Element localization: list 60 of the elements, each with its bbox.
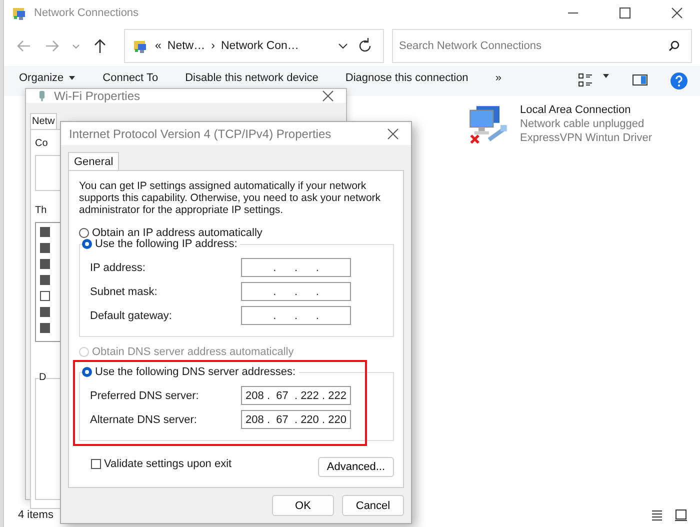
caret-icon (68, 74, 76, 82)
caret-icon[interactable] (602, 72, 610, 80)
field-label: Co (35, 138, 48, 149)
toolbar-command[interactable]: Diagnose this connection (345, 72, 468, 84)
breadcrumb-item[interactable]: Netw… (167, 40, 206, 52)
checkbox[interactable] (40, 227, 50, 237)
checkbox[interactable] (40, 243, 50, 253)
toolbar-command[interactable]: Disable this network device (185, 72, 318, 84)
dialog-title: Internet Protocol Version 4 (TCP/IPv4) Properties (69, 126, 332, 140)
ip-address-field[interactable]: . . . (241, 258, 351, 277)
ip-address-field[interactable]: . . . (241, 282, 351, 301)
tab[interactable]: Netw (30, 113, 57, 129)
checkbox[interactable] (40, 307, 50, 317)
ip-address-field[interactable]: 208 . 67 . 220 . 220 (241, 410, 351, 429)
preview-pane-icon[interactable] (632, 72, 648, 88)
radio-option[interactable]: Use the following DNS server addresses: (82, 366, 299, 378)
close-button[interactable] (322, 90, 334, 102)
toolbar-command[interactable]: Connect To (102, 72, 158, 84)
field-label: IP address: (90, 262, 146, 274)
tiles-view-icon[interactable] (674, 508, 688, 522)
toolbar-command[interactable]: Organize (19, 72, 76, 84)
breadcrumb-item[interactable]: Network Con… (220, 40, 299, 52)
search-field[interactable]: Search Network Connections (392, 29, 692, 63)
search-icon (668, 40, 680, 52)
intro-text: You can get IP settings assigned automatically if your network supports this capability. Otherwise, you need to ask your network administrator for the appropriate IP settings. (79, 180, 382, 216)
help-icon[interactable] (670, 72, 688, 90)
connection-name[interactable]: Local Area Connection (520, 104, 652, 116)
radio-option[interactable]: Use the following IP address: (82, 238, 240, 250)
toolbar-command[interactable]: » (495, 72, 502, 84)
details-view-icon[interactable] (650, 508, 664, 522)
checkbox[interactable] (40, 275, 50, 285)
item-count: 4 items (18, 509, 54, 521)
dialog-button[interactable]: OK (272, 495, 334, 516)
field-label: Alternate DNS server: (90, 414, 197, 426)
network-folder-icon (133, 38, 149, 54)
view-options-icon[interactable] (578, 72, 594, 88)
checkbox[interactable] (40, 259, 50, 269)
advanced-button[interactable]: Advanced... (318, 457, 394, 477)
ip-address-field[interactable]: . . . (241, 306, 351, 325)
ip-address-field[interactable]: 208 . 67 . 222 . 222 (241, 386, 351, 405)
network-folder-icon (12, 5, 28, 21)
network-computer-icon (468, 104, 510, 146)
field-label: Subnet mask: (90, 286, 158, 298)
breadcrumb-item[interactable]: « (155, 40, 162, 52)
breadcrumb-item[interactable]: › (211, 40, 215, 52)
group-label: D (39, 372, 46, 383)
tab[interactable]: General (68, 152, 120, 171)
checkbox[interactable] (40, 323, 50, 333)
address-bar[interactable]: « Netw… › Network Con… (124, 29, 384, 63)
window-title: Network Connections (34, 7, 139, 19)
field-label: Th (35, 205, 47, 216)
close-button[interactable] (387, 128, 399, 140)
checkbox-option[interactable]: Validate settings upon exit (91, 458, 232, 470)
checkbox[interactable] (40, 291, 50, 301)
dialog-title: Wi-Fi Properties (54, 89, 140, 103)
dialog-button[interactable]: Cancel (342, 495, 404, 516)
connection-status: Network cable unplugged (520, 118, 646, 130)
field-label: Preferred DNS server: (90, 390, 199, 402)
connection-device: ExpressVPN Wintun Driver (520, 132, 652, 144)
field-label: Default gateway: (90, 310, 172, 322)
